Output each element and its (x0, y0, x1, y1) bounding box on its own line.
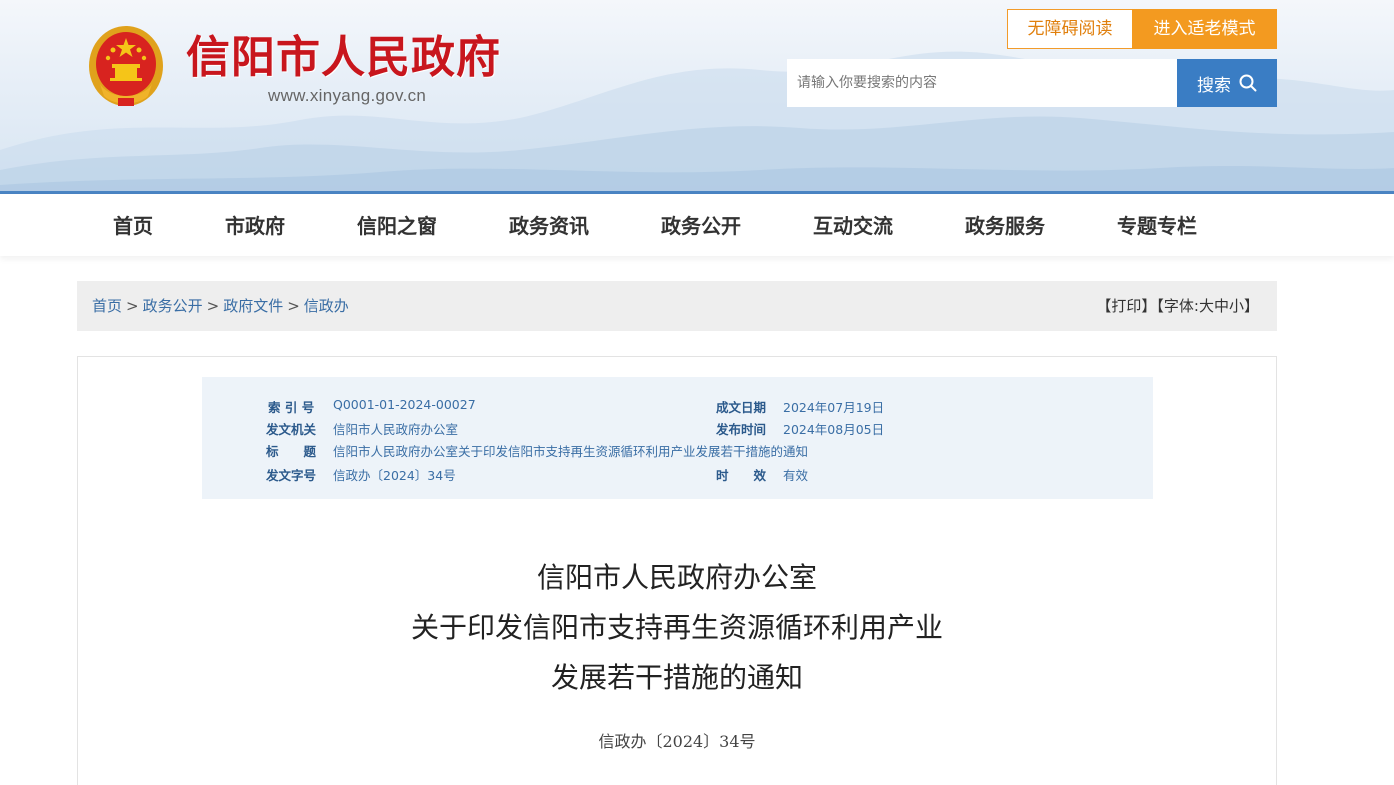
national-emblem-icon (89, 26, 163, 106)
nav-item-home[interactable]: 首页 (113, 194, 153, 256)
search-button-label: 搜索 (1197, 75, 1231, 95)
meta-date-value: 2024年07月19日 (783, 400, 885, 415)
meta-publish-value: 2024年08月05日 (783, 422, 885, 437)
accessible-reading-button[interactable]: 无障碍阅读 (1007, 9, 1133, 49)
search-input[interactable] (787, 59, 1178, 107)
breadcrumb-separator: > (287, 297, 300, 315)
nav-item-special-topics[interactable]: 专题专栏 (1117, 194, 1197, 256)
font-medium-link[interactable]: 中 (1214, 297, 1229, 315)
meta-docno-value: 信政办〔2024〕34号 (333, 468, 456, 483)
meta-title-key: 标 题 (266, 444, 317, 459)
breadcrumb-separator: > (126, 297, 139, 315)
site-header: 信阳市人民政府 www.xinyang.gov.cn 无障碍阅读 进入适老模式 … (0, 0, 1394, 193)
document-title-line: 信阳市人民政府办公室 (536, 561, 817, 594)
meta-index-value: Q0001-01-2024-00027 (333, 397, 476, 412)
search-icon (1239, 74, 1257, 92)
breadcrumb-bar: 首页 > 政务公开 > 政府文件 > 信政办 【打印】【字体:大中小】 (77, 281, 1277, 331)
elder-mode-button[interactable]: 进入适老模式 (1132, 9, 1277, 49)
nav-item-government-news[interactable]: 政务资讯 (509, 194, 589, 256)
nav-item-interaction[interactable]: 互动交流 (813, 194, 893, 256)
site-title[interactable]: 信阳市人民政府 (186, 28, 501, 88)
document-metadata: 索 引 号 Q0001-01-2024-00027 成文日期 2024年07月1… (202, 377, 1153, 499)
meta-docno-key: 发文字号 (266, 468, 317, 483)
breadcrumb: 首页 > 政务公开 > 政府文件 > 信政办 (92, 281, 349, 331)
meta-title-value: 信阳市人民政府办公室关于印发信阳市支持再生资源循环利用产业发展若干措施的通知 (333, 444, 809, 459)
breadcrumb-government-disclosure[interactable]: 政务公开 (143, 297, 203, 315)
nav-item-xinyang-window[interactable]: 信阳之窗 (357, 194, 437, 256)
meta-issuer-key: 发文机关 (266, 422, 317, 437)
document-title-line: 关于印发信阳市支持再生资源循环利用产业 (410, 611, 943, 644)
print-link[interactable]: 【打印】 (1096, 297, 1156, 315)
meta-issuer-value: 信阳市人民政府办公室 (333, 422, 459, 437)
font-size-label: 【字体: (1156, 297, 1199, 315)
document-title: 信阳市人民政府办公室 关于印发信阳市支持再生资源循环利用产业 发展若干措施的通知 (78, 553, 1276, 703)
main-nav: 首页 市政府 信阳之窗 政务资讯 政务公开 互动交流 政务服务 专题专栏 (0, 194, 1394, 256)
nav-item-city-government[interactable]: 市政府 (225, 194, 285, 256)
meta-index-key: 索 引 号 (268, 400, 315, 415)
article-content: 索 引 号 Q0001-01-2024-00027 成文日期 2024年07月1… (77, 356, 1277, 785)
document-title-line: 发展若干措施的通知 (550, 661, 803, 694)
nav-item-government-services[interactable]: 政务服务 (965, 194, 1045, 256)
site-url: www.xinyang.gov.cn (268, 86, 427, 105)
page-tools: 【打印】【字体:大中小】 (1096, 281, 1259, 331)
breadcrumb-government-documents[interactable]: 政府文件 (223, 297, 283, 315)
breadcrumb-separator: > (206, 297, 220, 315)
breadcrumb-home[interactable]: 首页 (92, 297, 122, 315)
font-large-link[interactable]: 大 (1199, 297, 1214, 315)
meta-publish-key: 发布时间 (716, 422, 767, 437)
meta-validity-value: 有效 (783, 468, 809, 483)
font-size-close: 】 (1243, 297, 1259, 315)
breadcrumb-xinzhengban[interactable]: 信政办 (304, 297, 349, 315)
nav-item-government-disclosure[interactable]: 政务公开 (661, 194, 741, 256)
font-small-link[interactable]: 小 (1229, 297, 1244, 315)
meta-validity-key: 时 效 (716, 468, 767, 483)
document-number: 信政办〔2024〕34号 (598, 732, 756, 751)
meta-date-key: 成文日期 (716, 400, 767, 415)
search-button[interactable]: 搜索 (1177, 59, 1277, 107)
